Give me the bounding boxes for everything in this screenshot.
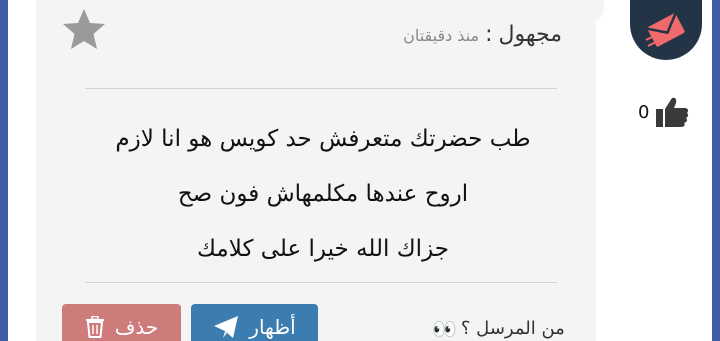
thumbs-up-icon — [656, 97, 689, 127]
delete-label: حذف — [114, 315, 159, 339]
card-notch — [588, 0, 604, 22]
like-count: 0 — [638, 101, 650, 123]
like-counter: 0 — [638, 96, 689, 128]
message-line: طب حضرتك متعرفش حد كويس هو انا لازم — [115, 126, 531, 152]
message-line: جزاك الله خيرا على كلامك — [197, 236, 449, 262]
like-button[interactable] — [655, 96, 689, 128]
who-sent[interactable]: من المرسل ؟ 👀 — [432, 318, 565, 339]
favorite-star-icon[interactable] — [60, 6, 108, 54]
trash-icon — [85, 316, 104, 338]
message-time: منذ دقيقتان — [403, 26, 480, 45]
envelope-logo-icon — [645, 13, 685, 47]
meta-separator: : — [485, 22, 493, 47]
message-body: طب حضرتك متعرفش حد كويس هو انا لازم اروح… — [68, 112, 578, 277]
reveal-label: أظهار — [249, 315, 296, 339]
who-sent-label: من المرسل ؟ — [460, 318, 565, 339]
author-name: مجهول — [498, 22, 562, 47]
star-icon — [63, 9, 105, 49]
reveal-button[interactable]: أظهار — [191, 304, 318, 341]
delete-button[interactable]: حذف — [62, 304, 181, 341]
eyes-icon: 👀 — [432, 316, 457, 341]
message-line: اروح عندها مكلمهاش فون صح — [177, 181, 469, 207]
page: مجهول : منذ دقيقتان طب حضرتك متعرفش حد ك… — [8, 0, 712, 341]
paper-plane-icon — [214, 316, 239, 338]
avatar[interactable] — [630, 0, 702, 60]
divider-top — [85, 88, 557, 89]
message-meta: مجهول : منذ دقيقتان — [403, 22, 562, 47]
divider-bottom — [85, 282, 557, 283]
